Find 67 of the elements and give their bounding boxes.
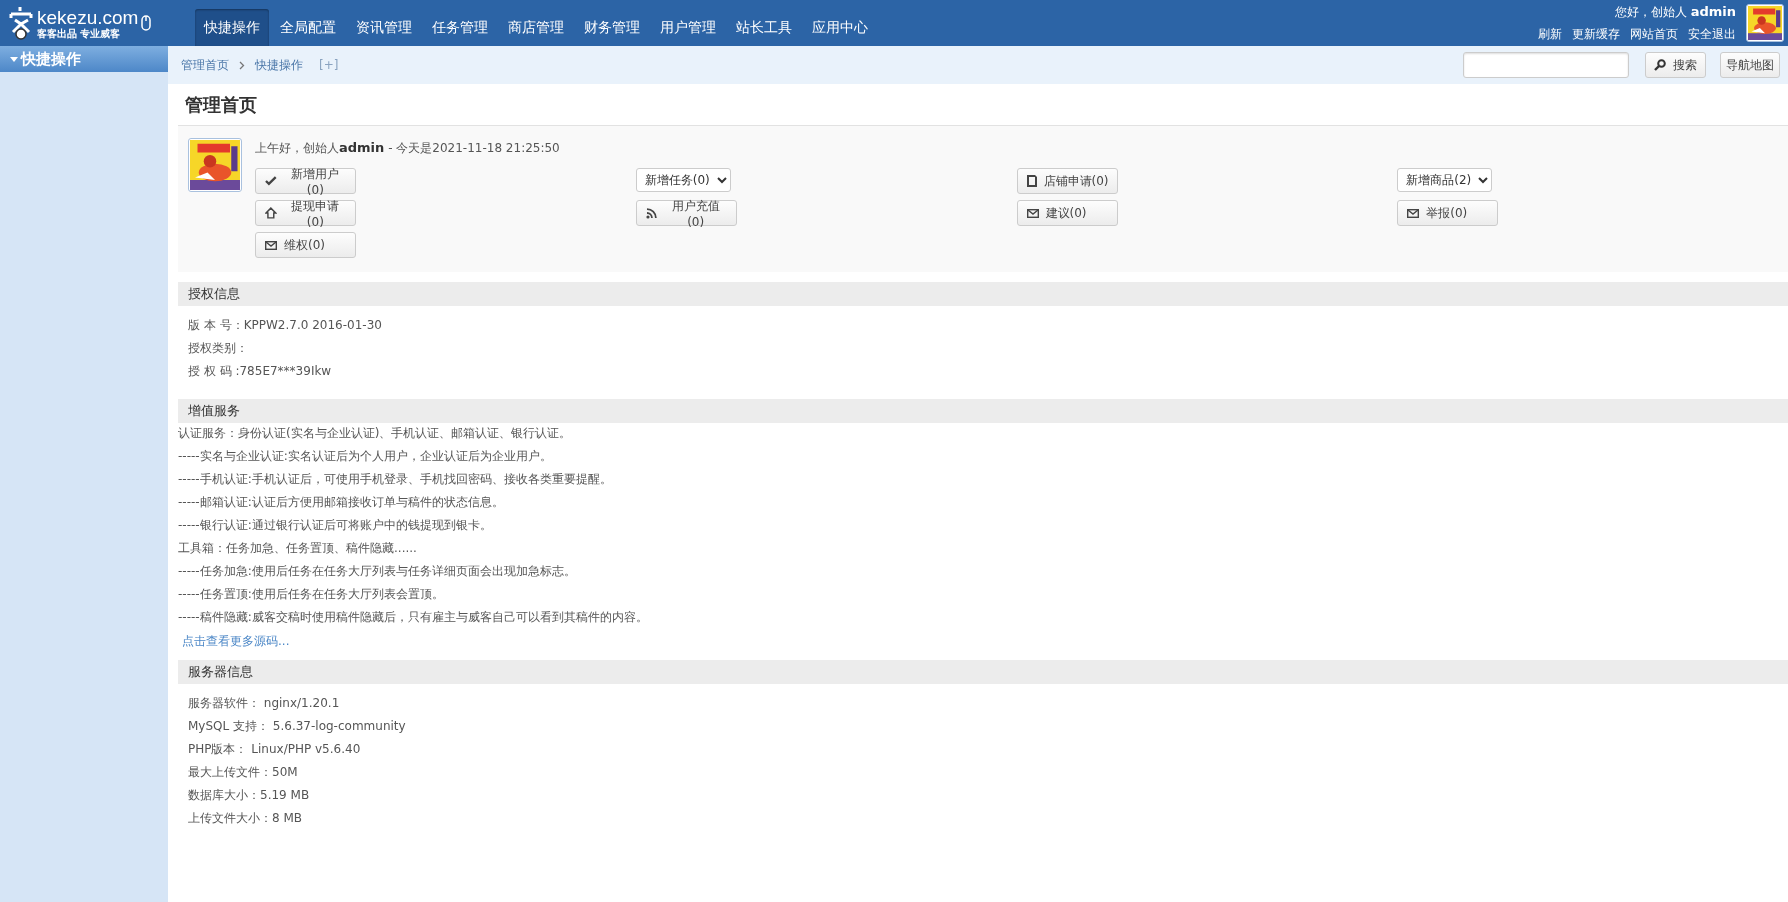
info-line: -----任务加急:使用后任务在任务大厅列表与任务详细页面会出现加急标志。 bbox=[178, 564, 577, 579]
page-title: 管理首页 bbox=[185, 93, 258, 117]
mail-icon bbox=[1026, 208, 1039, 218]
action-button[interactable]: 提现申请(0) bbox=[255, 200, 356, 226]
header-link[interactable]: 网站首页 bbox=[1630, 25, 1678, 43]
action-button[interactable]: 新增用户(0) bbox=[255, 168, 356, 194]
action-button[interactable]: 举报(0) bbox=[1397, 200, 1499, 226]
info-line: 认证服务：身份认证(实名与企业认证)、手机认证、邮箱认证、银行认证。 bbox=[178, 426, 573, 441]
info-line: -----稿件隐藏:威客交稿时使用稿件隐藏后，只有雇主与威客自己可以看到其稿件的内容。 bbox=[178, 610, 649, 625]
info-line: MySQL 支持： 5.6.37-log-community bbox=[188, 719, 407, 734]
nav-tab[interactable]: 用户管理 bbox=[651, 9, 725, 46]
section-header: 授权信息 bbox=[178, 282, 1788, 306]
section-header: 增值服务 bbox=[178, 399, 1788, 423]
nav-tab[interactable]: 站长工具 bbox=[727, 9, 801, 46]
search-button[interactable]: 搜索 bbox=[1645, 52, 1706, 78]
nav-tab[interactable]: 快捷操作 bbox=[195, 9, 269, 46]
chevron-icon bbox=[239, 60, 245, 70]
header-link[interactable]: 更新缓存 bbox=[1572, 25, 1620, 43]
info-line: 数据库大小：5.19 MB bbox=[188, 788, 311, 803]
mouse-icon bbox=[141, 15, 152, 31]
avatar[interactable] bbox=[1746, 4, 1784, 42]
info-line: -----手机认证:手机认证后，可使用手机登录、手机找回密码、接收各类重要提醒。 bbox=[178, 472, 613, 487]
info-line: -----邮箱认证:认证后方便用邮箱接收订单与稿件的状态信息。 bbox=[178, 495, 505, 510]
book-icon bbox=[1026, 175, 1037, 187]
info-line: PHP版本： Linux/PHP v5.6.40 bbox=[188, 742, 362, 757]
rss-icon bbox=[645, 207, 657, 219]
action-button[interactable]: 店铺申请(0) bbox=[1016, 168, 1118, 194]
nav-tab[interactable]: 应用中心 bbox=[803, 9, 877, 46]
info-line: -----实名与企业认证:实名认证后为个人用户，企业认证后为企业用户。 bbox=[178, 449, 553, 464]
nav-tab[interactable]: 全局配置 bbox=[271, 9, 345, 46]
header-link[interactable]: 安全退出 bbox=[1688, 25, 1736, 43]
action-button[interactable]: 维权(0) bbox=[255, 232, 356, 258]
breadcrumb-link[interactable]: 快捷操作 bbox=[255, 56, 303, 74]
section-header: 服务器信息 bbox=[178, 660, 1788, 684]
logo-icon bbox=[8, 6, 34, 40]
action-select[interactable]: 新增商品(2) bbox=[1397, 168, 1493, 192]
logo-text: kekezu.com bbox=[37, 7, 139, 27]
info-line: 工具箱：任务加急、任务置顶、稿件隐藏...... bbox=[178, 541, 418, 556]
sidebar-label: 快捷操作 bbox=[21, 49, 81, 69]
action-select[interactable]: 新增任务(0) bbox=[635, 168, 731, 192]
info-line: -----任务置顶:使用后任务在任务大厅列表会置顶。 bbox=[178, 587, 445, 602]
header-link[interactable]: 刷新 bbox=[1538, 25, 1562, 43]
nav-tab[interactable]: 资讯管理 bbox=[347, 9, 421, 46]
nav-tab[interactable]: 商店管理 bbox=[499, 9, 573, 46]
action-button[interactable]: 建议(0) bbox=[1016, 200, 1118, 226]
sitemap-button[interactable]: 导航地图 bbox=[1720, 52, 1780, 78]
mail-icon bbox=[265, 240, 277, 250]
info-line: 服务器软件： nginx/1.20.1 bbox=[188, 696, 341, 711]
info-line: 授权类别： bbox=[188, 341, 249, 356]
user-greeting: 您好，创始人 admin bbox=[1614, 3, 1736, 21]
info-line: 最大上传文件：50M bbox=[188, 765, 299, 780]
breadcrumb-link[interactable]: 管理首页 bbox=[181, 56, 229, 74]
info-line: 授 权 码 :785E7***39Ikw bbox=[188, 364, 333, 379]
search-icon bbox=[1654, 59, 1666, 71]
logo-slogan: 客客出品 专业威客 bbox=[37, 28, 122, 39]
info-line: 版 本 号：KPPW2.7.0 2016-01-30 bbox=[188, 318, 383, 333]
nav-tab[interactable]: 任务管理 bbox=[423, 9, 497, 46]
action-button[interactable]: 用户充值(0) bbox=[635, 200, 737, 226]
more-link[interactable]: 点击查看更多源码... bbox=[182, 633, 1788, 650]
info-line: 上传文件大小：8 MB bbox=[188, 811, 304, 826]
home-icon bbox=[265, 207, 277, 219]
nav-tab[interactable]: 财务管理 bbox=[575, 9, 649, 46]
search-field[interactable] bbox=[1463, 52, 1629, 78]
mail-icon bbox=[1407, 208, 1420, 218]
info-line: -----银行认证:通过银行认证后可将账户中的钱提现到银卡。 bbox=[178, 518, 493, 533]
check-icon bbox=[265, 176, 277, 186]
welcome-text: 上午好，创始人admin - 今天是2021-11-18 21:25:50 bbox=[255, 140, 561, 157]
